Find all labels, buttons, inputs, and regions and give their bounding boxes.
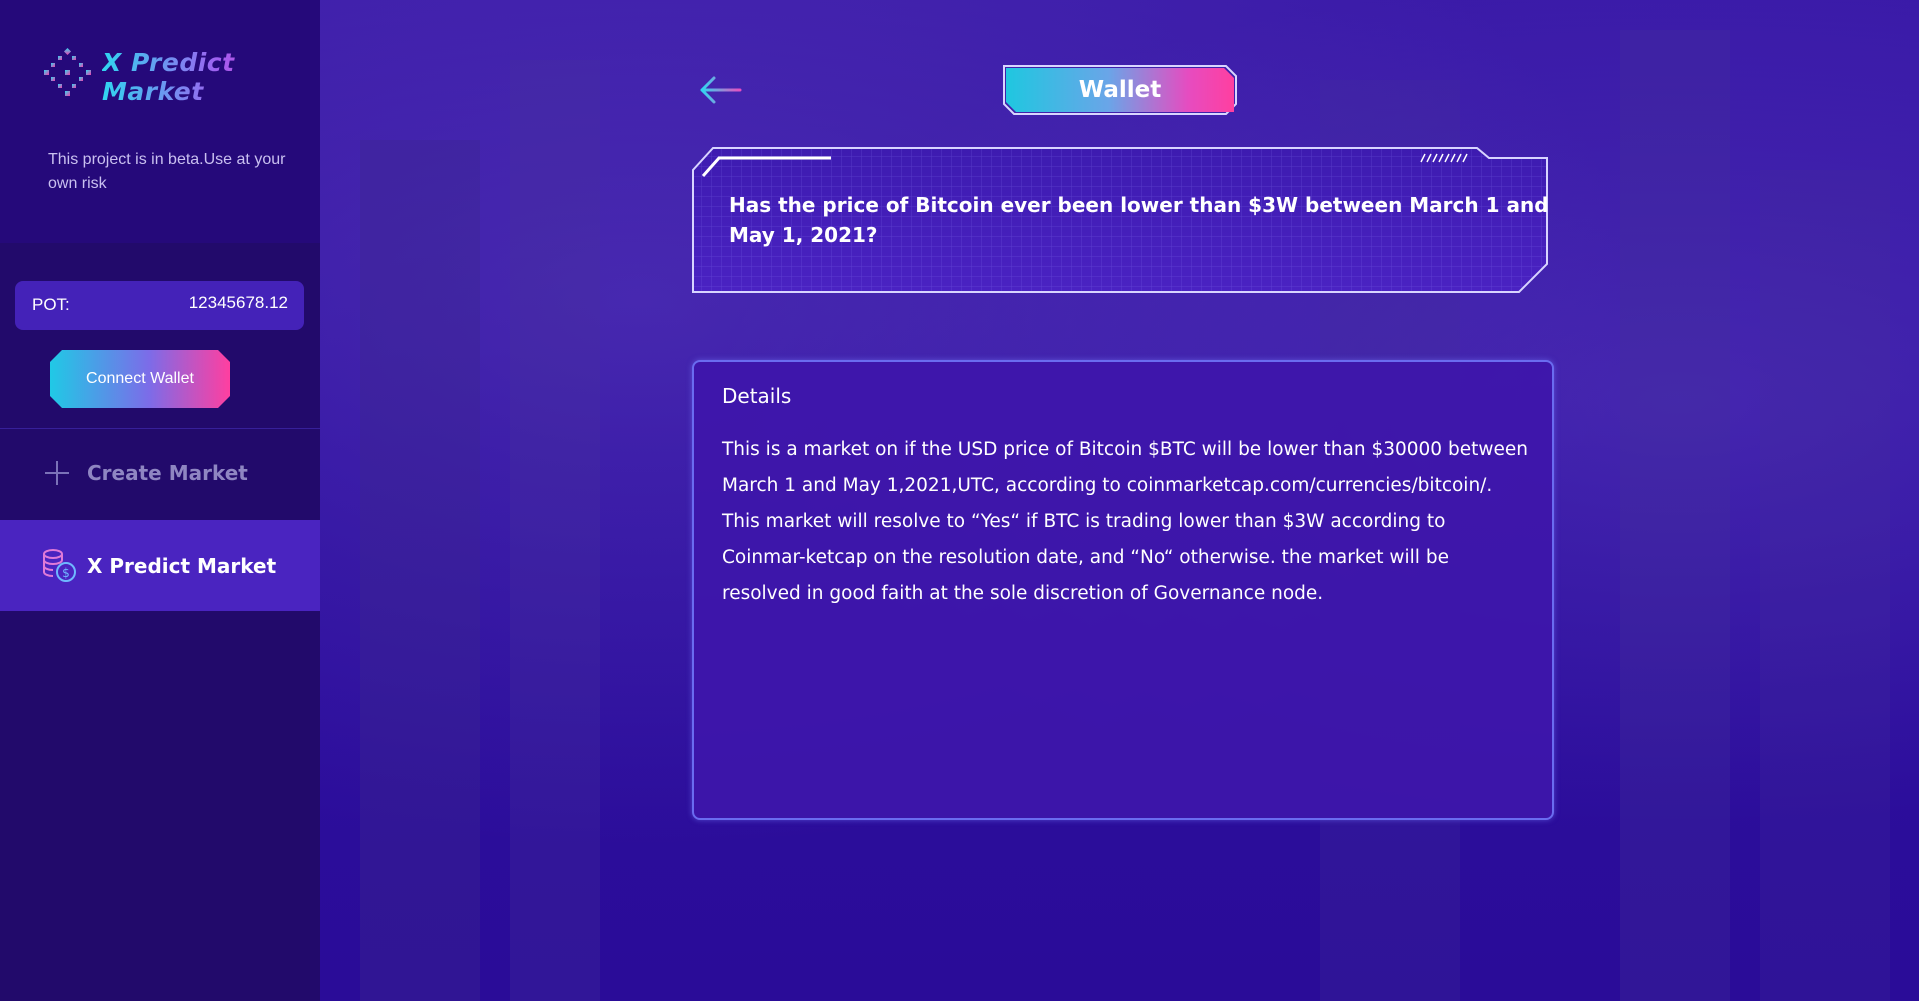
sidebar-item-create-market[interactable]: Create Market [0,440,320,506]
sidebar-divider [0,428,320,429]
wallet-button[interactable]: Wallet [1002,64,1238,116]
wallet-label: Wallet [1006,68,1234,112]
back-arrow-icon[interactable] [696,72,744,108]
details-description: This is a market on if the USD price of … [722,439,1528,604]
background-building [1760,170,1890,1001]
beta-notice: This project is in beta.Use at your own … [48,151,286,192]
details-card: Details This is a market on if the USD p… [692,360,1554,820]
pot-label: POT: [32,295,70,314]
connect-wallet-button[interactable]: Connect Wallet [50,350,230,408]
sidebar-item-label: X Predict Market [87,553,277,578]
pot-balance: POT: 12345678.12 [15,281,304,330]
background-building [360,140,480,1001]
sidebar: X Predict Market This project is in beta… [0,0,320,1001]
background-building [510,60,600,1001]
svg-text:$: $ [62,566,70,580]
pot-value: 12345678.12 [188,293,288,312]
brand-name: X Predict Market [102,48,320,106]
sidebar-header [0,0,320,243]
plus-icon [44,460,70,486]
main-content: Wallet Has the price of Bitcoin ever bee… [320,0,1919,1001]
background-building [1620,30,1730,1001]
market-question: Has the price of Bitcoin ever been lower… [729,193,1549,247]
logo-icon [38,46,100,108]
details-title: Details [722,384,792,408]
coins-dollar-icon: $ [40,548,78,584]
brand-logo[interactable]: X Predict Market [38,46,320,108]
sidebar-item-x-predict-market[interactable]: $ X Predict Market [0,520,320,611]
sidebar-item-label: Create Market [87,461,248,485]
